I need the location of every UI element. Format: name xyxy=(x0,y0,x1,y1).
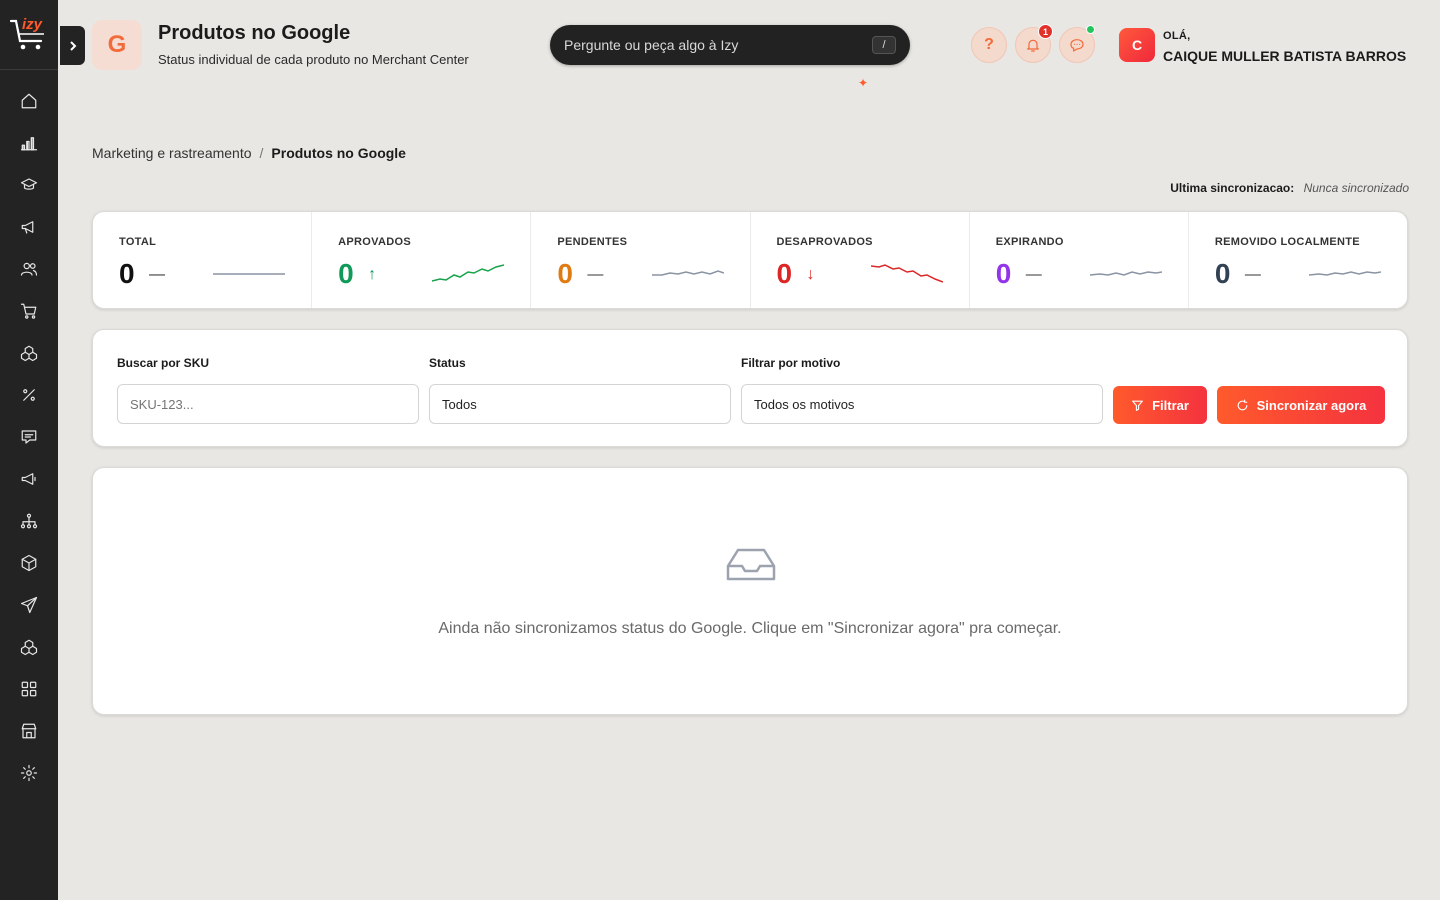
reason-label: Filtrar por motivo xyxy=(741,356,841,370)
user-name[interactable]: CAIQUE MULLER BATISTA BARROS xyxy=(1163,48,1406,64)
stat-label: TOTAL xyxy=(119,236,157,248)
stat-value: 0 xyxy=(557,258,573,289)
stat-value: 0 xyxy=(338,258,354,289)
sidebar-toggle-button[interactable] xyxy=(60,26,85,65)
arrow-up-icon: ↑ xyxy=(368,266,377,283)
sidebar: izy xyxy=(0,0,58,900)
boxes-icon[interactable] xyxy=(17,341,41,365)
filter-button[interactable]: Filtrar xyxy=(1113,386,1207,424)
empty-state-message: Ainda não sincronizamos status do Google… xyxy=(438,620,1062,637)
megaphone-icon[interactable] xyxy=(17,215,41,239)
stat-pending: PENDENTES 0 — xyxy=(531,212,751,308)
bell-icon xyxy=(1027,39,1039,52)
megaphone-2-icon[interactable] xyxy=(17,467,41,491)
google-icon: G xyxy=(92,20,142,70)
sparkline xyxy=(1089,271,1162,276)
chevron-right-icon xyxy=(69,40,76,51)
home-icon[interactable] xyxy=(17,89,41,113)
stat-expiring: EXPIRANDO 0 — xyxy=(970,212,1189,308)
trend-flat-icon: — xyxy=(1244,266,1261,283)
settings-icon[interactable] xyxy=(17,761,41,785)
stat-disapproved: DESAPROVADOS 0 ↓ xyxy=(751,212,970,308)
store-icon[interactable] xyxy=(17,719,41,743)
funnel-icon xyxy=(1132,400,1143,411)
sku-label: Buscar por SKU xyxy=(117,356,210,370)
notification-badge: 1 xyxy=(1038,24,1053,39)
page-subtitle: Status individual de cada produto no Mer… xyxy=(158,52,469,67)
breadcrumb-separator: / xyxy=(259,145,264,161)
ai-assistant-input[interactable]: ✦ Pergunte ou peça algo à Izy / xyxy=(550,25,910,90)
filters-card: Buscar por SKU Status Todos Filtrar por … xyxy=(92,329,1408,447)
trend-flat-icon: — xyxy=(587,266,604,283)
boxes-2-icon[interactable] xyxy=(17,635,41,659)
breadcrumb-parent-link[interactable]: Marketing e rastreamento xyxy=(92,145,252,161)
sparkline xyxy=(870,264,943,283)
send-icon[interactable] xyxy=(17,593,41,617)
arrow-down-icon: ↓ xyxy=(806,266,815,283)
sparkle-icon: ✦ xyxy=(857,76,869,90)
stat-label: DESAPROVADOS xyxy=(776,236,873,248)
last-sync-value: Nunca sincronizado xyxy=(1303,181,1409,195)
reason-select[interactable]: Todos os motivos xyxy=(741,384,1103,424)
sparkline xyxy=(651,270,724,276)
sparkline xyxy=(432,264,505,282)
greeting: OLÁ, xyxy=(1163,30,1191,42)
chart-icon[interactable] xyxy=(17,131,41,155)
stat-label: PENDENTES xyxy=(557,236,628,248)
network-icon[interactable] xyxy=(17,509,41,533)
stat-approved: APROVADOS 0 ↑ xyxy=(312,212,532,308)
products-table-empty-state: Ainda não sincronizamos status do Google… xyxy=(92,467,1408,715)
sync-now-button-label: Sincronizar agora xyxy=(1256,397,1367,413)
breadcrumb: Marketing e rastreamento / Produtos no G… xyxy=(92,145,406,161)
ai-assistant-placeholder: Pergunte ou peça algo à Izy xyxy=(564,37,739,53)
percent-icon[interactable] xyxy=(17,383,41,407)
graduation-icon[interactable] xyxy=(17,173,41,197)
trend-flat-icon: — xyxy=(149,266,165,283)
last-sync-info: Ultima sincronizacao: Nunca sincronizado xyxy=(1170,181,1409,195)
sync-now-button[interactable]: Sincronizar agora xyxy=(1217,386,1385,424)
filter-button-label: Filtrar xyxy=(1152,397,1189,413)
avatar[interactable]: C xyxy=(1119,28,1155,62)
package-icon[interactable] xyxy=(17,551,41,575)
stat-value: 0 xyxy=(1214,258,1231,289)
online-status-dot xyxy=(1086,25,1095,34)
breadcrumb-current: Produtos no Google xyxy=(271,145,406,161)
stat-label: REMOVIDO LOCALMENTE xyxy=(1214,236,1360,248)
chat-button[interactable] xyxy=(1059,25,1095,63)
help-button[interactable]: ? xyxy=(971,27,1007,63)
stats-card: TOTAL 0 — APROVADOS 0 ↑ PENDENTES 0 — DE… xyxy=(92,211,1408,309)
refresh-icon xyxy=(1237,399,1247,410)
sparkline xyxy=(1309,271,1382,276)
help-icon: ? xyxy=(984,36,994,53)
status-select[interactable]: Todos xyxy=(429,384,731,424)
chat-bubble-icon xyxy=(1070,39,1084,52)
stat-label: EXPIRANDO xyxy=(995,236,1064,248)
stat-total: TOTAL 0 — xyxy=(93,212,313,308)
trend-flat-icon: — xyxy=(1025,266,1042,283)
stat-value: 0 xyxy=(776,258,793,289)
sparkline xyxy=(213,273,286,275)
brand-logo[interactable]: izy xyxy=(0,0,58,70)
shortcut-key: / xyxy=(872,36,896,54)
stat-label: APROVADOS xyxy=(338,236,411,248)
stat-removed-locally: REMOVIDO LOCALMENTE 0 — xyxy=(1189,212,1407,308)
stat-value: 0 xyxy=(119,258,135,289)
logo-text: izy xyxy=(22,16,43,33)
notifications-button[interactable]: 1 xyxy=(1015,24,1053,63)
inbox-icon xyxy=(726,548,776,581)
status-label: Status xyxy=(429,356,466,370)
apps-icon[interactable] xyxy=(17,677,41,701)
sku-search-input[interactable] xyxy=(117,384,419,424)
users-icon[interactable] xyxy=(17,257,41,281)
stat-value: 0 xyxy=(995,258,1012,289)
last-sync-label: Ultima sincronizacao: xyxy=(1170,181,1295,195)
cart-icon[interactable] xyxy=(17,299,41,323)
page-title: Produtos no Google xyxy=(158,22,351,44)
message-icon[interactable] xyxy=(17,425,41,449)
